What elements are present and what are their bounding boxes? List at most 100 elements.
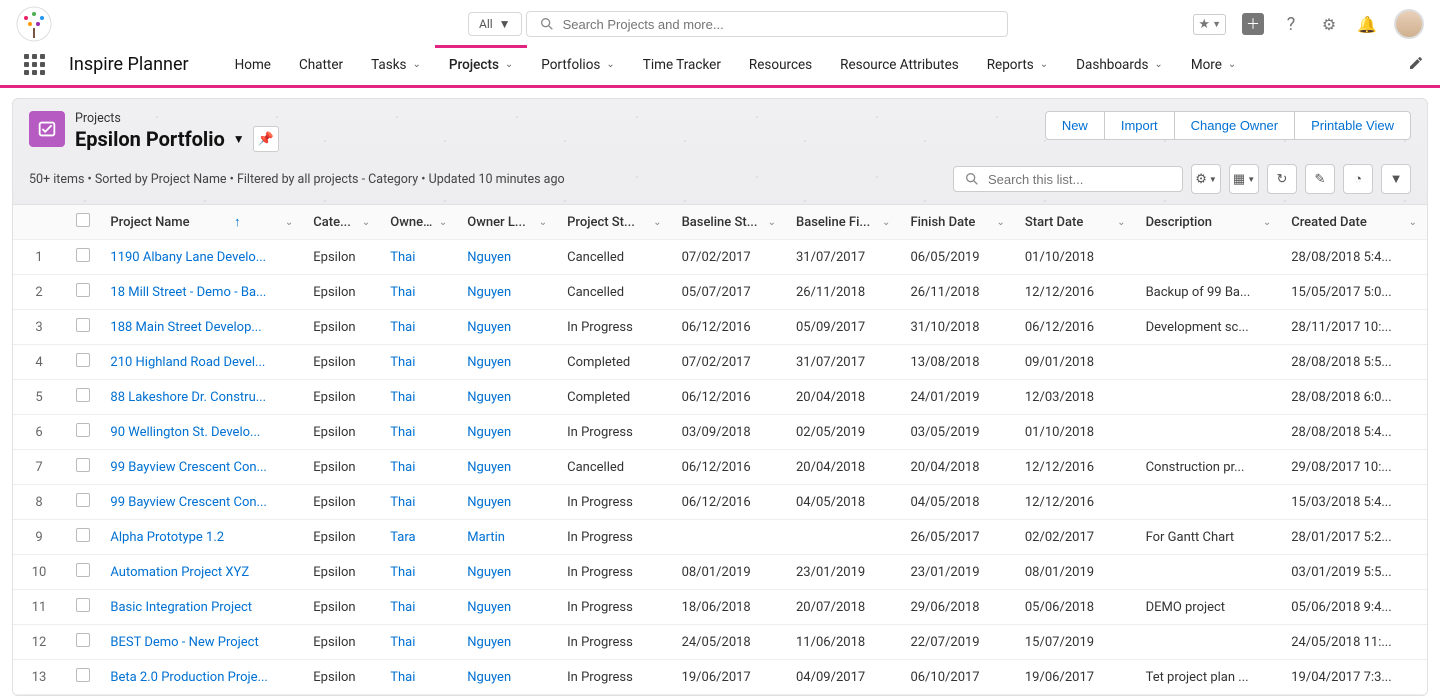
row-select[interactable]	[65, 345, 100, 380]
owner-last-link[interactable]: Nguyen	[457, 345, 557, 380]
checkbox[interactable]	[76, 563, 90, 577]
col-header[interactable]: Start Date⌄	[1015, 205, 1136, 240]
nav-tab-dashboards[interactable]: Dashboards⌄	[1062, 45, 1177, 85]
nav-tab-time-tracker[interactable]: Time Tracker	[629, 45, 735, 85]
chevron-down-icon[interactable]: ⌄	[653, 217, 661, 228]
global-search-input[interactable]	[563, 17, 995, 32]
owner-last-link[interactable]: Nguyen	[457, 240, 557, 275]
owner-last-link[interactable]: Nguyen	[457, 415, 557, 450]
list-search[interactable]	[953, 166, 1183, 192]
nav-tab-portfolios[interactable]: Portfolios⌄	[527, 45, 628, 85]
owner-first-link[interactable]: Thai	[380, 555, 457, 590]
nav-tab-more[interactable]: More⌄	[1177, 45, 1250, 85]
checkbox[interactable]	[76, 598, 90, 612]
nav-tab-resource-attributes[interactable]: Resource Attributes	[826, 45, 973, 85]
project-name-link[interactable]: Alpha Prototype 1.2	[100, 520, 303, 555]
row-select[interactable]	[65, 660, 100, 695]
nav-tab-home[interactable]: Home	[221, 45, 285, 85]
owner-first-link[interactable]: Thai	[380, 660, 457, 695]
owner-first-link[interactable]: Thai	[380, 485, 457, 520]
owner-first-link[interactable]: Thai	[380, 240, 457, 275]
row-select[interactable]	[65, 625, 100, 660]
col-header[interactable]: Project Name↑⌄	[100, 205, 303, 240]
owner-first-link[interactable]: Thai	[380, 310, 457, 345]
chevron-down-icon[interactable]: ⌄	[285, 217, 293, 228]
project-name-link[interactable]: 188 Main Street Develop...	[100, 310, 303, 345]
chevron-down-icon[interactable]: ▼	[233, 132, 245, 146]
row-select[interactable]	[65, 450, 100, 485]
printable-view-button[interactable]: Printable View	[1295, 111, 1411, 140]
list-search-input[interactable]	[988, 172, 1172, 187]
checkbox[interactable]	[76, 388, 90, 402]
project-name-link[interactable]: 210 Highland Road Devel...	[100, 345, 303, 380]
refresh-button[interactable]: ↻	[1267, 164, 1297, 194]
row-select[interactable]	[65, 310, 100, 345]
new-button[interactable]: New	[1045, 111, 1105, 140]
row-select[interactable]	[65, 555, 100, 590]
user-avatar[interactable]	[1394, 9, 1424, 39]
project-name-link[interactable]: 88 Lakeshore Dr. Constru...	[100, 380, 303, 415]
import-button[interactable]: Import	[1105, 111, 1175, 140]
owner-last-link[interactable]: Nguyen	[457, 450, 557, 485]
checkbox[interactable]	[76, 213, 90, 227]
col-header[interactable]: Project St...⌄	[557, 205, 671, 240]
search-scope-selector[interactable]: All ▼	[468, 12, 522, 36]
owner-last-link[interactable]: Nguyen	[457, 310, 557, 345]
checkbox[interactable]	[76, 248, 90, 262]
owner-first-link[interactable]: Thai	[380, 590, 457, 625]
col-header[interactable]: Finish Date⌄	[900, 205, 1014, 240]
chart-button[interactable]: ◔	[1343, 164, 1373, 194]
checkbox[interactable]	[76, 283, 90, 297]
checkbox[interactable]	[76, 668, 90, 682]
list-settings-button[interactable]: ⚙▼	[1191, 164, 1221, 194]
edit-inline-button[interactable]: ✎	[1305, 164, 1335, 194]
checkbox[interactable]	[76, 353, 90, 367]
owner-first-link[interactable]: Thai	[380, 275, 457, 310]
project-name-link[interactable]: 90 Wellington St. Develo...	[100, 415, 303, 450]
nav-tab-reports[interactable]: Reports⌄	[973, 45, 1062, 85]
pin-list-button[interactable]: 📌	[253, 126, 279, 152]
setup-button[interactable]: ⚙	[1318, 13, 1340, 35]
owner-first-link[interactable]: Thai	[380, 345, 457, 380]
chevron-down-icon[interactable]: ⌄	[539, 217, 547, 228]
project-name-link[interactable]: 1190 Albany Lane Develo...	[100, 240, 303, 275]
row-select[interactable]	[65, 485, 100, 520]
col-header[interactable]: Owne...⌄	[380, 205, 457, 240]
project-name-link[interactable]: 99 Bayview Crescent Con...	[100, 450, 303, 485]
col-header[interactable]: Description⌄	[1136, 205, 1282, 240]
project-name-link[interactable]: 18 Mill Street - Demo - Ba...	[100, 275, 303, 310]
checkbox[interactable]	[76, 423, 90, 437]
owner-last-link[interactable]: Nguyen	[457, 485, 557, 520]
owner-last-link[interactable]: Nguyen	[457, 660, 557, 695]
col-header[interactable]: Owner L...⌄	[457, 205, 557, 240]
checkbox[interactable]	[76, 318, 90, 332]
chevron-down-icon[interactable]: ⌄	[362, 217, 370, 228]
owner-first-link[interactable]: Thai	[380, 380, 457, 415]
col-header[interactable]: Baseline Fi...⌄	[786, 205, 900, 240]
owner-last-link[interactable]: Martin	[457, 520, 557, 555]
nav-tab-chatter[interactable]: Chatter	[285, 45, 357, 85]
help-button[interactable]: ?	[1280, 13, 1302, 35]
edit-nav-button[interactable]	[1408, 55, 1424, 75]
col-header[interactable]: Cate...⌄	[303, 205, 380, 240]
row-select[interactable]	[65, 275, 100, 310]
nav-tab-tasks[interactable]: Tasks⌄	[357, 45, 435, 85]
project-name-link[interactable]: 99 Bayview Crescent Con...	[100, 485, 303, 520]
chevron-down-icon[interactable]: ⌄	[996, 217, 1004, 228]
col-header[interactable]: Baseline St...⌄	[672, 205, 786, 240]
project-name-link[interactable]: BEST Demo - New Project	[100, 625, 303, 660]
chevron-down-icon[interactable]: ⌄	[1263, 217, 1271, 228]
project-name-link[interactable]: Basic Integration Project	[100, 590, 303, 625]
owner-first-link[interactable]: Tara	[380, 520, 457, 555]
project-name-link[interactable]: Beta 2.0 Production Proje...	[100, 660, 303, 695]
chevron-down-icon[interactable]: ⌄	[1409, 217, 1417, 228]
row-select[interactable]	[65, 380, 100, 415]
project-name-link[interactable]: Automation Project XYZ	[100, 555, 303, 590]
col-header[interactable]: Created Date⌄	[1281, 205, 1427, 240]
checkbox[interactable]	[76, 633, 90, 647]
filter-button[interactable]: ▼	[1381, 164, 1411, 194]
checkbox[interactable]	[76, 528, 90, 542]
change-owner-button[interactable]: Change Owner	[1175, 111, 1295, 140]
favorites-menu[interactable]: ★ ▼	[1193, 14, 1226, 35]
global-create-button[interactable]: ＋	[1242, 13, 1264, 35]
